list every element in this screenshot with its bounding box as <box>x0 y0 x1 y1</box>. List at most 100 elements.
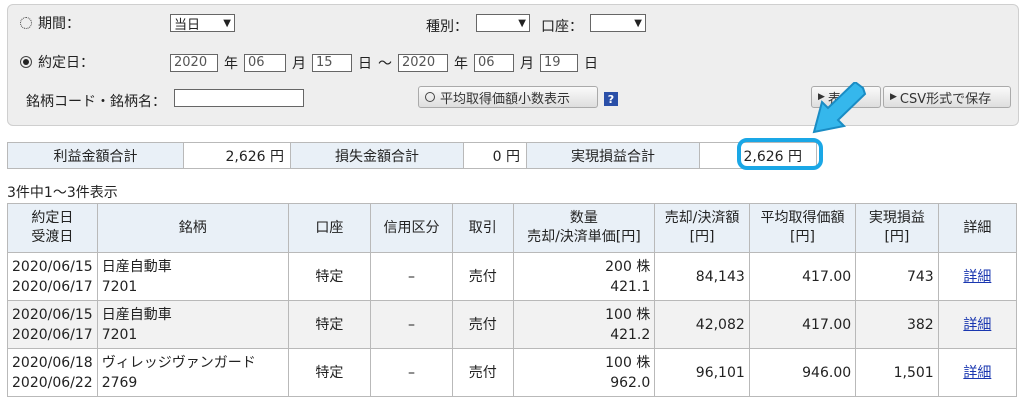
stock-code: 7201 <box>101 326 138 343</box>
row-stock: 日産自動車 7201 <box>96 300 289 349</box>
from-month-input[interactable]: 06 <box>244 54 286 72</box>
row-dates: 2020/06/18 2020/06/22 <box>7 348 98 397</box>
account-select[interactable]: ▼ <box>590 14 646 32</box>
detail-link[interactable]: 詳細 <box>963 365 991 381</box>
results-table: 約定日 受渡日 銘柄 口座 信用区分 取引 数量 売却/決済単価[円] 売却/決済額… <box>7 203 1018 397</box>
from-day-input[interactable]: 15 <box>312 54 352 72</box>
header-avg-price: 平均取得価額 [円] <box>748 203 857 253</box>
header-date-line2: 受渡日 <box>31 229 74 245</box>
row-detail-cell: 詳細 <box>937 300 1018 349</box>
header-realized-pl: 実現損益 [円] <box>855 203 939 253</box>
csv-save-button[interactable]: ▶ CSV形式で保存 <box>883 86 1011 108</box>
contract-date: 2020/06/15 <box>12 258 93 275</box>
settlement-date: 2020/06/17 <box>12 326 93 343</box>
category-select[interactable]: ▼ <box>476 14 530 32</box>
play-icon: ▶ <box>890 92 897 102</box>
settlement-date: 2020/06/17 <box>12 278 93 295</box>
arrow-callout-icon <box>812 82 867 134</box>
header-pl-line2: [円] <box>884 229 910 245</box>
realized-total-label: 実現損益合計 <box>526 142 700 169</box>
realized-total-highlight <box>737 138 823 170</box>
table-row: 2020/06/15 2020/06/17 日産自動車 7201 特定 – 売付 1… <box>7 300 1018 349</box>
stock-name: ヴィレッジヴァンガード <box>101 354 256 371</box>
profit-total-label: 利益金額合計 <box>7 142 184 169</box>
contract-date: 2020/06/18 <box>12 354 93 371</box>
row-dates: 2020/06/15 2020/06/17 <box>7 300 98 349</box>
period-radio[interactable] <box>20 17 32 29</box>
year-unit: 年 <box>454 56 468 72</box>
contract-date-row: 約定日： <box>20 50 94 74</box>
header-avg-line1: 平均取得価額 <box>760 210 845 226</box>
detail-link[interactable]: 詳細 <box>963 269 991 285</box>
range-tilde: 〜 <box>378 56 392 72</box>
row-trade: 売付 <box>452 300 514 349</box>
chevron-down-icon: ▼ <box>223 17 231 29</box>
row-margin: – <box>369 252 454 301</box>
header-avg-line2: [円] <box>790 229 815 245</box>
row-quantity: 100 株 421.2 <box>512 300 656 349</box>
row-account: 特定 <box>287 348 371 397</box>
contract-date-radio[interactable] <box>20 56 32 68</box>
result-count: 3件中1～3件表示 <box>7 185 118 201</box>
row-margin: – <box>369 348 454 397</box>
row-realized-pl: 1,501 <box>855 348 939 397</box>
to-month-input[interactable]: 06 <box>474 54 514 72</box>
header-quantity: 数量 売却/決済単価[円] <box>512 203 656 253</box>
avg-decimal-button[interactable]: 平均取得価額小数表示 <box>418 86 598 108</box>
to-year-input[interactable]: 2020 <box>398 54 448 72</box>
row-stock: ヴィレッジヴァンガード 2769 <box>96 348 289 397</box>
contract-date-label: 約定日： <box>38 55 94 71</box>
quantity: 100 株 <box>605 354 651 371</box>
row-amount: 96,101 <box>654 348 750 397</box>
month-unit: 月 <box>520 56 534 72</box>
day-unit: 日 <box>358 56 372 72</box>
row-amount: 84,143 <box>654 252 750 301</box>
stock-name: 日産自動車 <box>101 306 172 323</box>
header-date: 約定日 受渡日 <box>7 203 98 253</box>
csv-save-label: CSV形式で保存 <box>899 91 992 107</box>
summary-table: 利益金額合計 2,626 円 損失金額合計 0 円 実現損益合計 2,626 円 <box>7 142 817 169</box>
table-row: 2020/06/15 2020/06/17 日産自動車 7201 特定 – 売付 2… <box>7 252 1018 301</box>
row-dates: 2020/06/15 2020/06/17 <box>7 252 98 301</box>
avg-decimal-label: 平均取得価額小数表示 <box>440 91 571 107</box>
period-row: 期間： <box>20 11 80 35</box>
stock-code: 7201 <box>101 278 138 295</box>
row-avg-price: 417.00 <box>748 252 857 301</box>
period-select[interactable]: 当日 ▼ <box>170 14 235 33</box>
code-input[interactable] <box>174 89 304 107</box>
row-trade: 売付 <box>452 252 514 301</box>
header-trade: 取引 <box>452 203 514 253</box>
row-quantity: 200 株 421.1 <box>512 252 656 301</box>
day-unit: 日 <box>584 56 598 72</box>
row-account: 特定 <box>287 252 371 301</box>
to-day-input[interactable]: 19 <box>540 54 578 72</box>
category-label: 種別： <box>426 19 468 35</box>
quantity: 200 株 <box>605 258 651 275</box>
loss-total-label: 損失金額合計 <box>290 142 464 169</box>
stock-code: 2769 <box>101 374 138 391</box>
header-amount: 売却/決済額 [円] <box>654 203 750 253</box>
stock-name: 日産自動車 <box>101 258 172 275</box>
period-select-value: 当日 <box>174 17 201 33</box>
date-range: 2020 年 06 月 15 日 〜 2020 年 06 月 19 日 <box>170 53 598 73</box>
table-row: 2020/06/18 2020/06/22 ヴィレッジヴァンガード 2769 特定 … <box>7 348 1018 397</box>
header-amount-line1: 売却/決済額 <box>664 210 740 226</box>
row-stock: 日産自動車 7201 <box>96 252 289 301</box>
chevron-down-icon: ▼ <box>518 17 526 29</box>
from-year-input[interactable]: 2020 <box>170 54 218 72</box>
loss-total-value: 0 円 <box>463 142 527 169</box>
header-amount-line2: [円] <box>689 229 715 245</box>
settlement-date: 2020/06/22 <box>12 374 93 391</box>
header-name: 銘柄 <box>96 203 289 253</box>
header-quantity-line1: 数量 <box>569 210 598 226</box>
month-unit: 月 <box>292 56 306 72</box>
help-icon[interactable]: ? <box>604 92 618 106</box>
row-avg-price: 417.00 <box>748 300 857 349</box>
detail-link[interactable]: 詳細 <box>963 317 991 333</box>
header-pl-line1: 実現損益 <box>868 210 925 226</box>
profit-total-value: 2,626 円 <box>183 142 291 169</box>
row-avg-price: 946.00 <box>748 348 857 397</box>
row-realized-pl: 382 <box>855 300 939 349</box>
row-margin: – <box>369 300 454 349</box>
header-date-line1: 約定日 <box>31 210 74 226</box>
